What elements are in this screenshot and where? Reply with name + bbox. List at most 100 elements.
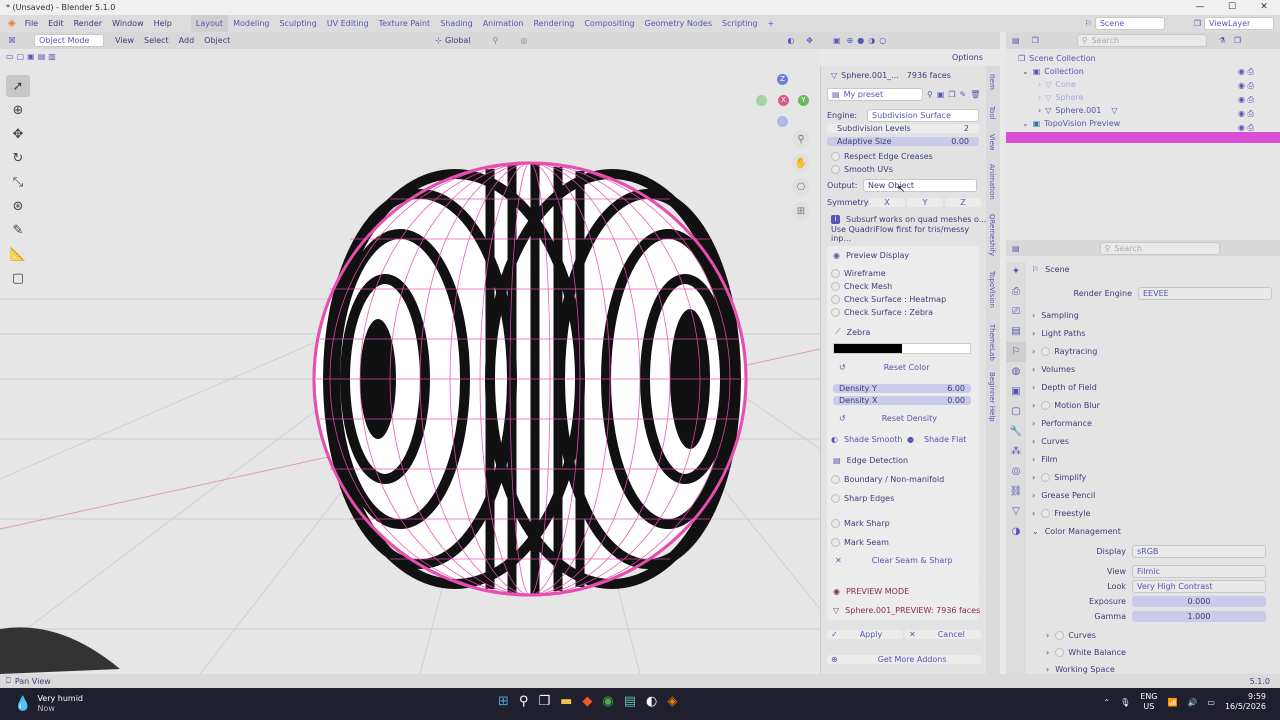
tab-qremeshify[interactable]: QRemeshify [988, 214, 996, 256]
notes-icon[interactable]: ▤ [624, 694, 636, 709]
white-balance-checkbox[interactable] [1055, 647, 1065, 657]
panel-depth-of-field[interactable]: › Depth of Field [1032, 378, 1276, 396]
orientation-selector[interactable]: Global [445, 36, 471, 45]
menu-file[interactable]: File [20, 15, 43, 32]
battery-icon[interactable]: ▭ [1207, 698, 1215, 707]
boundary-row[interactable]: Boundary / Non-manifold [821, 473, 987, 485]
menu-object[interactable]: Object [199, 36, 235, 45]
output-selector[interactable]: New Object [863, 178, 977, 192]
xray-icon[interactable]: ▣ [833, 36, 841, 45]
modifier-tab-icon[interactable]: 🔧 [1006, 422, 1026, 442]
check-mesh-row[interactable]: Check Mesh [821, 280, 987, 292]
camera-icon[interactable]: ⎔ [792, 178, 810, 196]
panel-color-management[interactable]: ⌄ Color Management [1032, 522, 1276, 540]
check-heatmap-row[interactable]: Check Surface : Heatmap [821, 293, 987, 305]
shade-smooth-button[interactable]: ◐ Shade Smooth [829, 435, 903, 444]
boundary-checkbox[interactable] [831, 474, 840, 484]
panel-simplify[interactable]: › Simplify [1032, 468, 1276, 486]
zebra-color-swatch[interactable] [833, 343, 971, 354]
reset-density-button[interactable]: ↺ Reset Density [833, 414, 971, 423]
mark-sharp-row[interactable]: Mark Sharp [821, 517, 987, 529]
adaptive-size-slider[interactable]: Adaptive Size 0.00 [827, 136, 979, 146]
check-zebra-checkbox[interactable] [831, 307, 840, 317]
tab-texture-paint[interactable]: Texture Paint [374, 15, 436, 32]
subdiv-levels-slider[interactable]: Subdivision Levels 2 [827, 123, 979, 133]
preview-display-header[interactable]: ◉ Preview Display [821, 249, 987, 261]
tab-topovision[interactable]: TopoVision [988, 271, 996, 308]
wireframe-checkbox[interactable] [831, 268, 840, 278]
preview-expand-icon[interactable]: ⌄ [1022, 119, 1029, 128]
check-zebra-row[interactable]: Check Surface : Zebra [821, 306, 987, 318]
outliner-search-input[interactable]: ⚲ Search [1076, 34, 1207, 47]
tab-view[interactable]: View [988, 134, 996, 151]
shading-wire-icon[interactable]: ⊕ [847, 36, 854, 45]
tab-geometry-nodes[interactable]: Geometry Nodes [640, 15, 717, 32]
volume-icon[interactable]: 🔊 [1187, 698, 1197, 707]
collection-expand-icon[interactable]: ⌄ [1022, 67, 1029, 76]
visibility-eye-icon[interactable]: ◉ ⎙ [1238, 67, 1254, 77]
mark-sharp-checkbox[interactable] [831, 518, 840, 528]
preset-delete-icon[interactable]: 🗑 [970, 90, 980, 99]
tab-scripting[interactable]: Scripting [717, 15, 763, 32]
visibility-eye-icon[interactable]: ◉ ⎙ [1238, 123, 1254, 133]
data-tab-icon[interactable]: ▽ [1006, 502, 1026, 522]
tab-item[interactable]: Item [988, 74, 996, 90]
github-icon[interactable]: ◐ [646, 694, 657, 709]
tab-animation[interactable]: Animation [988, 164, 996, 200]
shading-solid-icon[interactable]: ● [857, 36, 864, 45]
select-subtract-icon[interactable]: ▤ [38, 52, 46, 61]
get-addons-button[interactable]: ⊕ Get More Addons [827, 655, 981, 664]
weather-icon[interactable]: 💧 [14, 696, 31, 712]
blender-logo-icon[interactable]: ◈ [4, 18, 20, 29]
visibility-eye-icon[interactable]: ◉ ⎙ [1238, 109, 1254, 119]
freestyle-checkbox[interactable] [1041, 508, 1051, 518]
select-new-icon[interactable]: ▢ [17, 52, 25, 61]
add-workspace-button[interactable]: + [763, 15, 780, 32]
properties-type-icon[interactable]: ▤ [1012, 244, 1020, 253]
cm-curves-checkbox[interactable] [1055, 630, 1065, 640]
preset-search-icon[interactable]: ⚲ [927, 90, 933, 99]
filter-icon[interactable]: ⚗ [1219, 36, 1226, 45]
physics-tab-icon[interactable]: ◎ [1006, 462, 1026, 482]
shade-flat-button[interactable]: ● Shade Flat [905, 435, 979, 444]
display-selector[interactable]: sRGB [1132, 544, 1266, 558]
shading-material-icon[interactable]: ◑ [868, 36, 875, 45]
visibility-eye-icon[interactable]: ◉ ⎙ [1238, 95, 1254, 105]
gizmo-z[interactable]: Z [777, 74, 788, 85]
3d-viewport[interactable] [0, 49, 820, 674]
gizmo-y[interactable]: Y [798, 95, 809, 106]
menu-window[interactable]: Window [107, 15, 149, 32]
minimize-button[interactable]: — [1184, 0, 1216, 15]
outliner-type-icon[interactable]: ▤ [1012, 36, 1020, 45]
mark-seam-row[interactable]: Mark Seam [821, 536, 987, 548]
overlay-icon[interactable]: ◐ [787, 36, 794, 45]
respect-creases-row[interactable]: Respect Edge Creases [821, 150, 987, 162]
close-button[interactable]: ✕ [1248, 0, 1280, 15]
tab-compositing[interactable]: Compositing [579, 15, 639, 32]
tool-measure-icon[interactable]: 📐 [6, 243, 30, 265]
panel-freestyle[interactable]: › Freestyle [1032, 504, 1276, 522]
density-x-slider[interactable]: Density X 0.00 [833, 396, 971, 405]
sphere001-expand-icon[interactable]: › [1038, 106, 1041, 115]
symmetry-y-button[interactable]: Y [907, 197, 943, 207]
panel-volumes[interactable]: › Volumes [1032, 360, 1276, 378]
tool-annotate-icon[interactable]: ✎ [6, 219, 30, 241]
output-tab-icon[interactable]: ⎚ [1006, 302, 1026, 322]
mark-seam-checkbox[interactable] [831, 537, 840, 547]
outliner-sphere[interactable]: › ▽ Sphere [1038, 93, 1084, 102]
navigation-gizmo[interactable]: Z X Y [756, 72, 812, 128]
panel-performance[interactable]: › Performance [1032, 414, 1276, 432]
clear-seam-button[interactable]: ✕ Clear Seam & Sharp [829, 556, 977, 565]
gizmo-toggle-icon[interactable]: ✥ [806, 36, 813, 45]
gamma-slider[interactable]: 1.000 [1132, 610, 1266, 622]
outliner-collection[interactable]: ⌄ ▣ Collection [1022, 67, 1084, 76]
panel-raytracing[interactable]: › Raytracing [1032, 342, 1276, 360]
smooth-uvs-row[interactable]: Smooth UVs [821, 163, 987, 175]
options-dropdown[interactable]: Options [952, 53, 983, 62]
menu-add[interactable]: Add [174, 36, 200, 45]
panel-light-paths[interactable]: › Light Paths [1032, 324, 1276, 342]
taskbar-search-icon[interactable]: ⚲ [519, 694, 529, 709]
tool-rotate-icon[interactable]: ↻ [6, 147, 30, 169]
start-icon[interactable]: ⊞ [498, 694, 509, 709]
tool-scale-icon[interactable]: ⤡ [6, 171, 30, 193]
